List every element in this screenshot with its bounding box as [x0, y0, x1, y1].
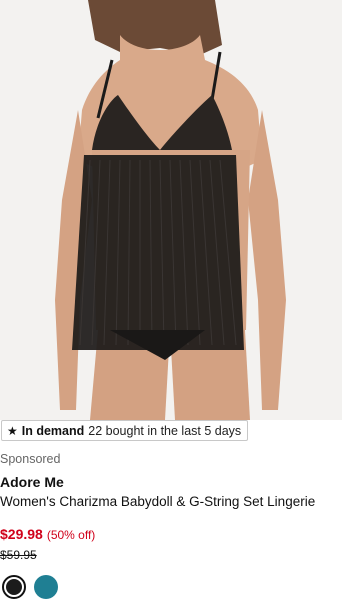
sale-price: $29.98: [0, 526, 43, 542]
swatch-black-color: [6, 579, 22, 595]
in-demand-label: In demand: [21, 423, 85, 438]
star-icon: ★: [7, 423, 18, 438]
swatch-teal-color: [34, 575, 58, 599]
discount-percent: (50% off): [46, 528, 96, 542]
product-title[interactable]: Women's Charizma Babydoll & G-String Set…: [0, 494, 315, 509]
swatch-teal[interactable]: [34, 575, 58, 599]
in-demand-badge: ★ In demand 22 bought in the last 5 days: [1, 420, 249, 441]
original-price: $59.95: [0, 548, 37, 562]
color-swatches: [2, 575, 58, 599]
brand-name[interactable]: Adore Me: [0, 474, 64, 490]
sponsored-label: Sponsored: [0, 452, 61, 466]
product-photo-illustration: [0, 0, 342, 420]
product-image[interactable]: [0, 0, 342, 420]
price-row: $29.98 (50% off): [0, 526, 95, 542]
bought-count-text: 22 bought in the last 5 days: [88, 423, 242, 438]
swatch-black[interactable]: [2, 575, 26, 599]
